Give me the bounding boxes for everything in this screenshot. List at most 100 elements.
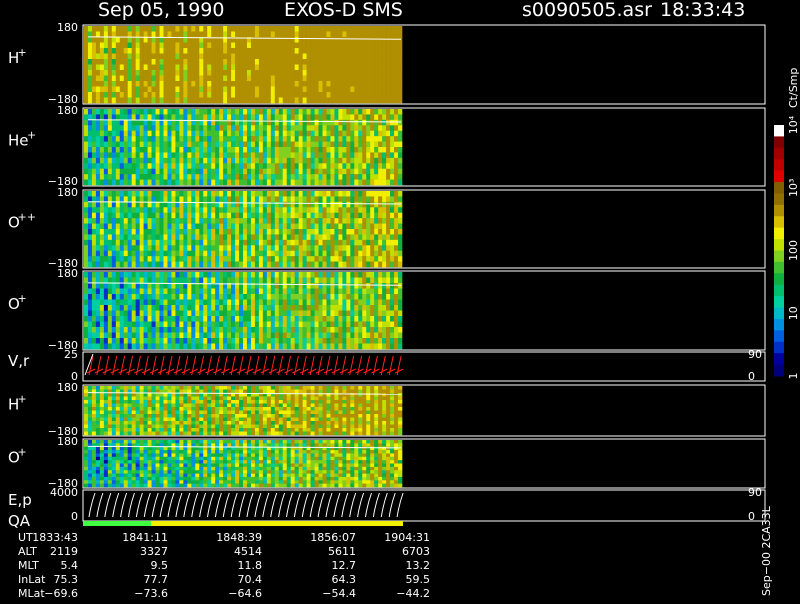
table-cell: 11.8 [238, 559, 263, 572]
table-cell: 1833:43 [32, 531, 78, 544]
header-date: Sep 05, 1990 [98, 0, 224, 21]
table-cell: 13.2 [406, 559, 431, 572]
table-row-inlat: InLat 75.3 77.7 70.4 64.3 59.5 [18, 573, 430, 586]
table-row-name: ALT [18, 545, 37, 558]
panel-5: V,r 250900 [8, 348, 766, 383]
colorbar-label: 100 [787, 240, 800, 261]
colorbar-segment [774, 273, 784, 286]
table-cell: −54.4 [322, 587, 356, 600]
table-cell: 9.5 [151, 559, 169, 572]
panel-label: V,r [8, 352, 30, 370]
colorbar-label: 1 [787, 373, 800, 380]
colorbar-segment [774, 353, 784, 366]
table-row-ut: UT 1833:43 1841:11 1848:39 1856:07 1904:31 [18, 531, 430, 544]
colorbar-segment [774, 204, 784, 217]
panel-8: E,p 4000 0 90 0 [8, 486, 766, 523]
panel-label-charge: + [27, 128, 36, 141]
table-cell: −69.6 [44, 587, 78, 600]
panel-label-charge: + [18, 446, 27, 459]
right-tick-bottom: 0 [748, 510, 755, 523]
table-cell: 2119 [50, 545, 78, 558]
colorbar: 1 10 100 10³ 10⁴ Ct/Smp [774, 68, 800, 380]
colorbar-segment [774, 250, 784, 263]
footer-stamp: Sep−00 2CA33L [760, 505, 773, 596]
table-cell: 1848:39 [216, 531, 262, 544]
colorbar-segment [774, 227, 784, 240]
colorbar-segment [774, 193, 784, 206]
y-tick-top: 4000 [50, 486, 78, 499]
header-time: 18:33:43 [660, 0, 745, 21]
panel-2: He+180−180 [8, 104, 766, 188]
colorbar-segment [774, 307, 784, 320]
y-tick-top: 180 [57, 186, 78, 199]
table-cell: 3327 [140, 545, 168, 558]
table-cell: 77.7 [144, 573, 169, 586]
plot-canvas: Sep 05, 1990 EXOS-D SMS s0090505.asr 18:… [8, 0, 800, 600]
colorbar-segment [774, 330, 784, 343]
y-tick-top: 180 [57, 381, 78, 394]
right-tick-top: 90 [748, 486, 762, 499]
colorbar-segment [774, 147, 784, 160]
colorbar-segment [774, 318, 784, 331]
colorbar-segment [774, 216, 784, 229]
panel-label-charge: ++ [18, 210, 36, 223]
colorbar-segment [774, 136, 784, 149]
colorbar-segment [774, 296, 784, 309]
panel-1: H+180−180 [8, 21, 766, 106]
colorbar-segment [774, 364, 784, 377]
table-cell: 12.7 [332, 559, 357, 572]
table-cell: 4514 [234, 545, 262, 558]
table-row-name: InLat [18, 573, 46, 586]
panel-label: He [8, 131, 29, 149]
right-tick-bottom: 0 [748, 370, 755, 383]
y-tick-bottom: 0 [71, 510, 78, 523]
panel-label-charge: + [18, 46, 27, 59]
colorbar-label: 10³ [787, 179, 800, 197]
y-tick-top: 180 [57, 267, 78, 280]
table-row-mlat: MLat −69.6 −73.6 −64.6 −54.4 −44.2 [18, 587, 430, 600]
table-row-name: UT [18, 531, 33, 544]
colorbar-segment [774, 284, 784, 297]
table-cell: 64.3 [332, 573, 357, 586]
table-cell: 1841:11 [122, 531, 168, 544]
panel-label-charge: + [18, 392, 27, 405]
exos-d-sms-spectrogram-plot: Sep 05, 1990 EXOS-D SMS s0090505.asr 18:… [0, 0, 800, 600]
table-cell: 1856:07 [310, 531, 356, 544]
colorbar-label: 10 [787, 306, 800, 320]
colorbar-segment [774, 170, 784, 183]
table-cell: 75.3 [54, 573, 79, 586]
table-row-mlt: MLT 5.4 9.5 11.8 12.7 13.2 [18, 559, 430, 572]
colorbar-segment [774, 125, 784, 137]
colorbar-unit: Ct/Smp [787, 68, 800, 108]
right-tick-top: 90 [748, 348, 762, 361]
colorbar-segment [774, 261, 784, 274]
table-row-alt: ALT 2119 3327 4514 5611 6703 [18, 545, 430, 558]
header-file: s0090505.asr [522, 0, 652, 21]
colorbar-segment [774, 182, 784, 194]
colorbar-segment [774, 341, 784, 354]
y-tick-top: 25 [64, 348, 78, 361]
header-instrument: EXOS-D SMS [284, 0, 403, 21]
panel-6: H+180−180 [8, 381, 766, 438]
table-cell: 5.4 [61, 559, 79, 572]
panel-frame [82, 489, 766, 522]
table-cell: 59.5 [406, 573, 431, 586]
panel-label: E,p [8, 491, 32, 509]
table-cell: −64.6 [228, 587, 262, 600]
table-cell: 6703 [402, 545, 430, 558]
qa-label: QA [8, 512, 31, 530]
colorbar-segment [774, 239, 784, 251]
table-cell: 1904:31 [384, 531, 430, 544]
table-cell: 70.4 [238, 573, 263, 586]
table-cell: −73.6 [134, 587, 168, 600]
table-row-name: MLT [18, 559, 39, 572]
y-tick-top: 180 [57, 104, 78, 117]
table-cell: −44.2 [396, 587, 430, 600]
panel-label-charge: + [18, 292, 27, 305]
colorbar-segment [774, 159, 784, 172]
panel-4: O+180−180 [8, 267, 766, 352]
panel-3: O++180−180 [8, 186, 766, 270]
y-tick-top: 180 [57, 435, 78, 448]
table-row-name: MLat [18, 587, 45, 600]
y-tick-top: 180 [57, 21, 78, 34]
